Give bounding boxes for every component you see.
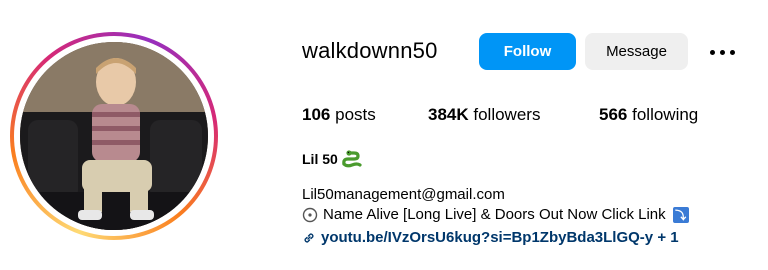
dot	[719, 49, 725, 55]
more-options-icon[interactable]	[706, 40, 738, 64]
link-icon	[304, 232, 314, 243]
profile-display-name: Lil 50	[302, 150, 363, 168]
bio-text: Name Alive [Long Live] & Doors Out Now C…	[323, 206, 666, 223]
followers-label: followers	[473, 105, 541, 124]
avatar[interactable]	[20, 42, 208, 230]
avatar-story-ring[interactable]	[10, 32, 218, 240]
bio-link[interactable]: youtu.be/IVzOrsU6kug?si=Bp1ZbyBda3LlGQ-y…	[321, 229, 679, 246]
message-button[interactable]: Message	[585, 33, 688, 70]
follow-button[interactable]: Follow	[479, 33, 576, 70]
dot	[709, 49, 715, 55]
followers-stat[interactable]: 384K followers	[428, 105, 540, 125]
dot	[729, 49, 735, 55]
posts-label: posts	[335, 105, 376, 124]
posts-count: 106	[302, 105, 331, 124]
bio-email: Lil50management@gmail.com	[302, 186, 505, 203]
posts-stat: 106 posts	[302, 105, 376, 125]
following-label: following	[632, 105, 699, 124]
record-disc-icon	[302, 207, 318, 222]
avatar-ring-gap	[14, 36, 214, 236]
snake-icon	[342, 150, 362, 168]
bio-line: Name Alive [Long Live] & Doors Out Now C…	[302, 206, 689, 223]
following-stat[interactable]: 566 following	[599, 105, 698, 125]
avatar-photo-icon	[20, 42, 208, 230]
display-name-text: Lil 50	[302, 151, 338, 167]
down-arrow-icon: ⤵	[672, 206, 689, 223]
bio-link-row[interactable]: youtu.be/IVzOrsU6kug?si=Bp1ZbyBda3LlGQ-y…	[302, 229, 679, 246]
following-count: 566	[599, 105, 628, 124]
followers-count: 384K	[428, 105, 469, 124]
profile-username: walkdownn50	[302, 38, 438, 63]
